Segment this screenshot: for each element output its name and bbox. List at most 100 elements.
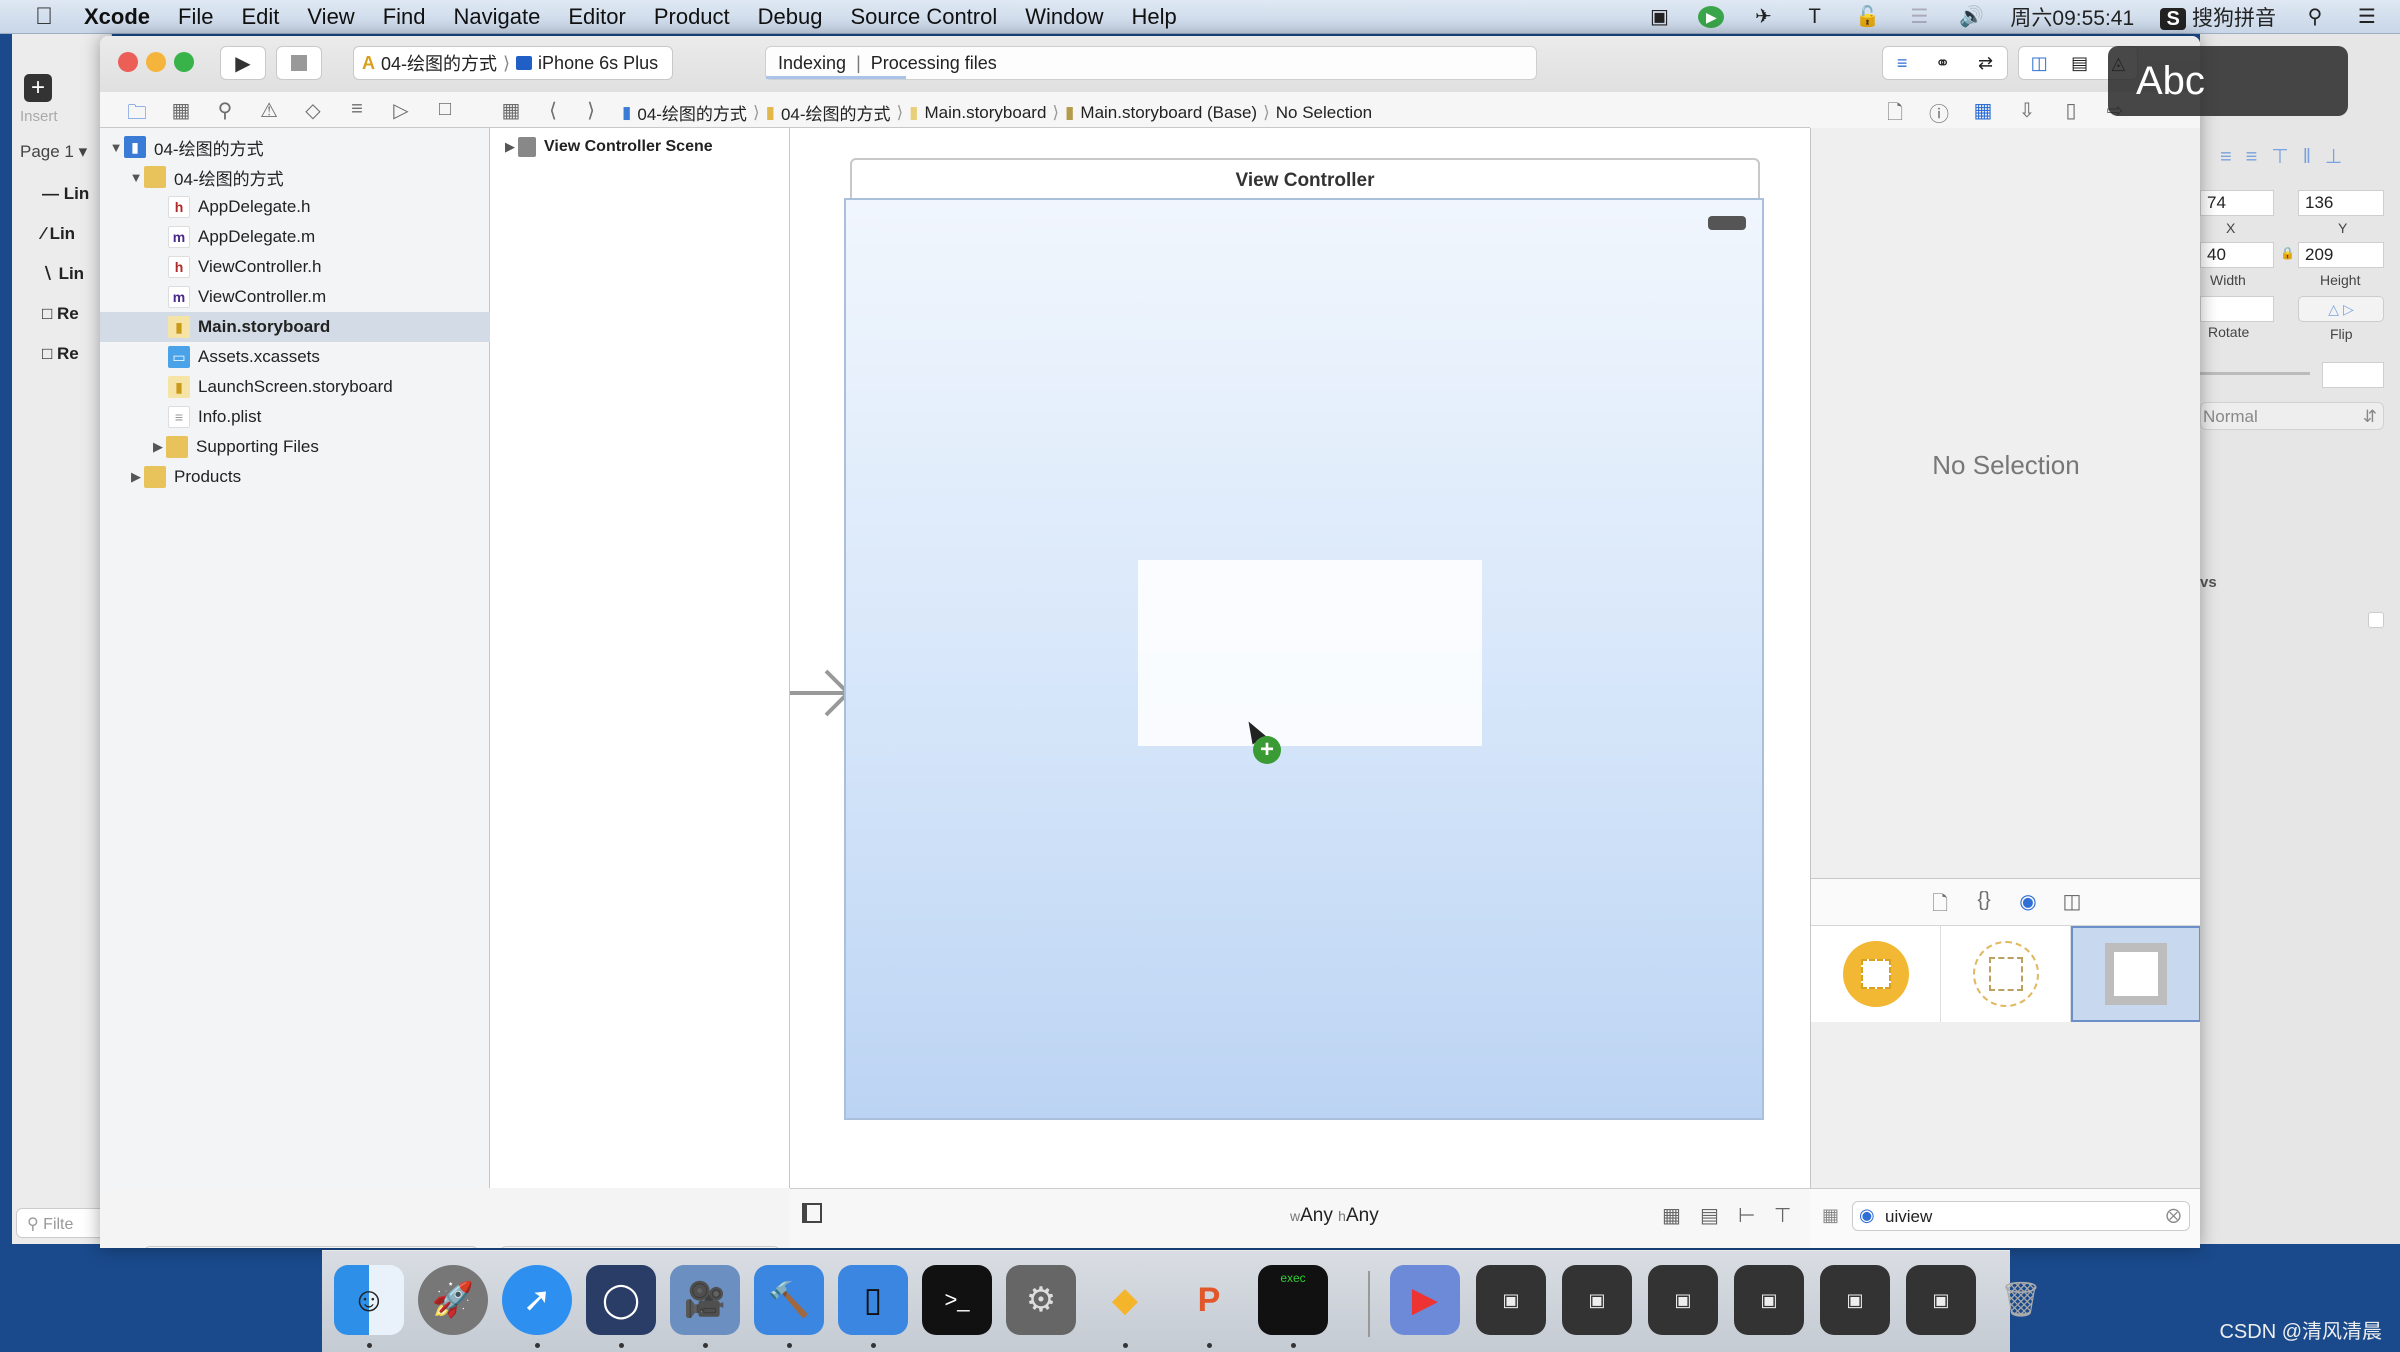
library-item-uiview[interactable] xyxy=(2071,926,2200,1022)
tree-file[interactable]: h ViewController.h xyxy=(100,252,490,282)
disclosure-closed-icon[interactable]: ▶ xyxy=(150,439,166,455)
back-icon[interactable]: ⟨ xyxy=(540,98,566,123)
test-navigator-icon[interactable]: ◇ xyxy=(300,98,326,123)
green-app-icon[interactable]: ▶ xyxy=(1698,6,1725,28)
close-window-button[interactable] xyxy=(118,52,138,72)
input-method[interactable]: S 搜狗拼音 xyxy=(2160,2,2276,32)
menu-find[interactable]: Find xyxy=(383,4,426,30)
menu-edit[interactable]: Edit xyxy=(241,4,279,30)
finder-icon[interactable]: ☺ xyxy=(334,1265,404,1335)
size-class-control[interactable]: wAny hAny xyxy=(1290,1205,1379,1227)
wifi-icon[interactable]: ☰ xyxy=(1906,6,1932,28)
exec-terminal-icon[interactable]: exec xyxy=(1258,1265,1328,1335)
stack-icon[interactable]: ▦ xyxy=(1662,1203,1681,1228)
identity-inspector-icon[interactable]: ▦ xyxy=(1970,98,1996,123)
spotlight-search-icon[interactable]: ⚲ xyxy=(2302,6,2328,28)
safari-icon[interactable]: ➚ xyxy=(502,1265,572,1335)
media-library-icon[interactable]: ◫ xyxy=(2059,889,2085,914)
tree-file[interactable]: ≡ Info.plist xyxy=(100,402,490,432)
outline-scene[interactable]: ▶ View Controller Scene xyxy=(490,132,790,162)
jump-bar-item[interactable]: No Selection xyxy=(1276,103,1372,123)
menu-navigate[interactable]: Navigate xyxy=(454,4,541,30)
layer-line-1[interactable]: — Lin xyxy=(42,184,89,204)
rotate-field[interactable] xyxy=(2200,296,2274,322)
quick-help-icon[interactable]: ⓘ xyxy=(1926,98,1952,127)
debug-navigator-icon[interactable]: ≡ xyxy=(344,98,370,121)
screen-record-icon[interactable]: ▣ xyxy=(1646,6,1672,28)
layer-rect-2[interactable]: □ Re xyxy=(42,344,79,364)
root-view[interactable]: + xyxy=(844,198,1764,1120)
volume-icon[interactable]: 🔊 xyxy=(1958,6,1984,28)
library-item-view-controller[interactable] xyxy=(1941,926,2071,1022)
forward-icon[interactable]: ⟩ xyxy=(578,98,604,123)
attributes-inspector-icon[interactable]: ⇩ xyxy=(2014,98,2040,123)
airplane-icon[interactable]: ✈ xyxy=(1750,6,1776,28)
height-field[interactable]: 209 xyxy=(2298,242,2384,268)
opacity-slider[interactable] xyxy=(2200,372,2310,375)
flip-buttons[interactable]: △ ▷ xyxy=(2298,296,2384,322)
notification-center-icon[interactable]: ☰ xyxy=(2354,6,2380,28)
jump-bar-item[interactable]: Main.storyboard (Base) xyxy=(1080,103,1257,123)
layer-rect-1[interactable]: □ Re xyxy=(42,304,79,324)
show-outline-icon[interactable] xyxy=(802,1203,822,1223)
jump-bar-item[interactable]: 04-绘图的方式 xyxy=(637,100,747,125)
file-template-library-icon[interactable]: 🗋 xyxy=(1927,889,1953,923)
insert-button[interactable]: + xyxy=(24,74,52,102)
trash-icon[interactable]: 🗑 xyxy=(1986,1265,2056,1335)
mouse-app-icon[interactable]: ◯ xyxy=(586,1265,656,1335)
layer-line-2[interactable]: ∕ Lin xyxy=(42,224,75,244)
tree-group-products[interactable]: ▶ Products xyxy=(100,462,490,492)
apple-menu-icon[interactable]:  xyxy=(24,3,64,31)
page-selector[interactable]: Page 1 ▾ xyxy=(20,142,87,162)
tree-group[interactable]: ▼ 04-绘图的方式 xyxy=(100,162,490,192)
minimized-window-5[interactable]: ▣ xyxy=(1820,1265,1890,1335)
zoom-window-button[interactable] xyxy=(174,52,194,72)
disclosure-open-icon[interactable]: ▼ xyxy=(128,170,144,185)
menu-window[interactable]: Window xyxy=(1025,4,1103,30)
minimized-window-4[interactable]: ▣ xyxy=(1734,1265,1804,1335)
tree-file[interactable]: m ViewController.m xyxy=(100,282,490,312)
jump-bar-item[interactable]: Main.storyboard xyxy=(925,103,1047,123)
powerpoint-icon[interactable]: P xyxy=(1174,1265,1244,1335)
tree-file[interactable]: h AppDelegate.h xyxy=(100,192,490,222)
menu-editor[interactable]: Editor xyxy=(568,4,625,30)
outline-filter[interactable]: ◉ xyxy=(500,1246,780,1248)
launchpad-icon[interactable]: 🚀 xyxy=(418,1265,488,1335)
media-player-icon[interactable]: ▶ xyxy=(1390,1265,1460,1335)
navigator-filter[interactable]: ◉ ◷ ⊠ xyxy=(144,1246,478,1248)
minimize-window-button[interactable] xyxy=(146,52,166,72)
layer-line-3[interactable]: ∖ Lin xyxy=(42,264,84,284)
menu-debug[interactable]: Debug xyxy=(758,4,823,30)
toggle-navigator-icon[interactable]: ◫ xyxy=(2031,53,2048,74)
tree-file-selected[interactable]: ▮ Main.storyboard xyxy=(100,312,490,342)
disclosure-closed-icon[interactable]: ▶ xyxy=(128,469,144,485)
view-controller-scene[interactable]: View Controller + xyxy=(844,158,1764,1120)
layer-filter[interactable]: ⚲ Filte xyxy=(16,1208,106,1238)
related-items-icon[interactable]: ▦ xyxy=(498,98,524,123)
disclosure-closed-icon[interactable]: ▶ xyxy=(502,139,518,155)
report-navigator-icon[interactable]: □ xyxy=(432,98,458,121)
terminal-icon[interactable]: >_ xyxy=(922,1265,992,1335)
dragged-uiview[interactable] xyxy=(1138,560,1482,746)
lock-icon[interactable]: 🔓 xyxy=(1854,6,1880,28)
menu-app[interactable]: Xcode xyxy=(84,4,150,30)
sketch-icon[interactable]: ◆ xyxy=(1090,1265,1160,1335)
menu-source-control[interactable]: Source Control xyxy=(851,4,998,30)
assistant-editor-icon[interactable]: ⚭ xyxy=(1935,53,1950,74)
system-preferences-icon[interactable]: ⚙ xyxy=(1006,1265,1076,1335)
project-navigator-icon[interactable]: 🗀 xyxy=(124,98,150,132)
standard-editor-icon[interactable]: ≡ xyxy=(1897,53,1908,74)
menu-file[interactable]: File xyxy=(178,4,213,30)
code-snippet-library-icon[interactable]: {} xyxy=(1971,889,1997,912)
library-item-object[interactable] xyxy=(1811,926,1941,1022)
clock[interactable]: 周六09:55:41 xyxy=(2010,2,2134,32)
issue-navigator-icon[interactable]: ⚠ xyxy=(256,98,282,123)
size-inspector-icon[interactable]: ▯ xyxy=(2058,98,2084,123)
run-button[interactable]: ▶ xyxy=(220,46,266,80)
imovie-icon[interactable]: 🎥 xyxy=(670,1265,740,1335)
toggle-debug-icon[interactable]: ▤ xyxy=(2071,53,2088,74)
breakpoint-navigator-icon[interactable]: ▷ xyxy=(388,98,414,123)
shadow-checkbox[interactable] xyxy=(2368,612,2384,628)
pin-icon[interactable]: ⊢ xyxy=(1738,1203,1755,1228)
minimized-window-1[interactable]: ▣ xyxy=(1476,1265,1546,1335)
